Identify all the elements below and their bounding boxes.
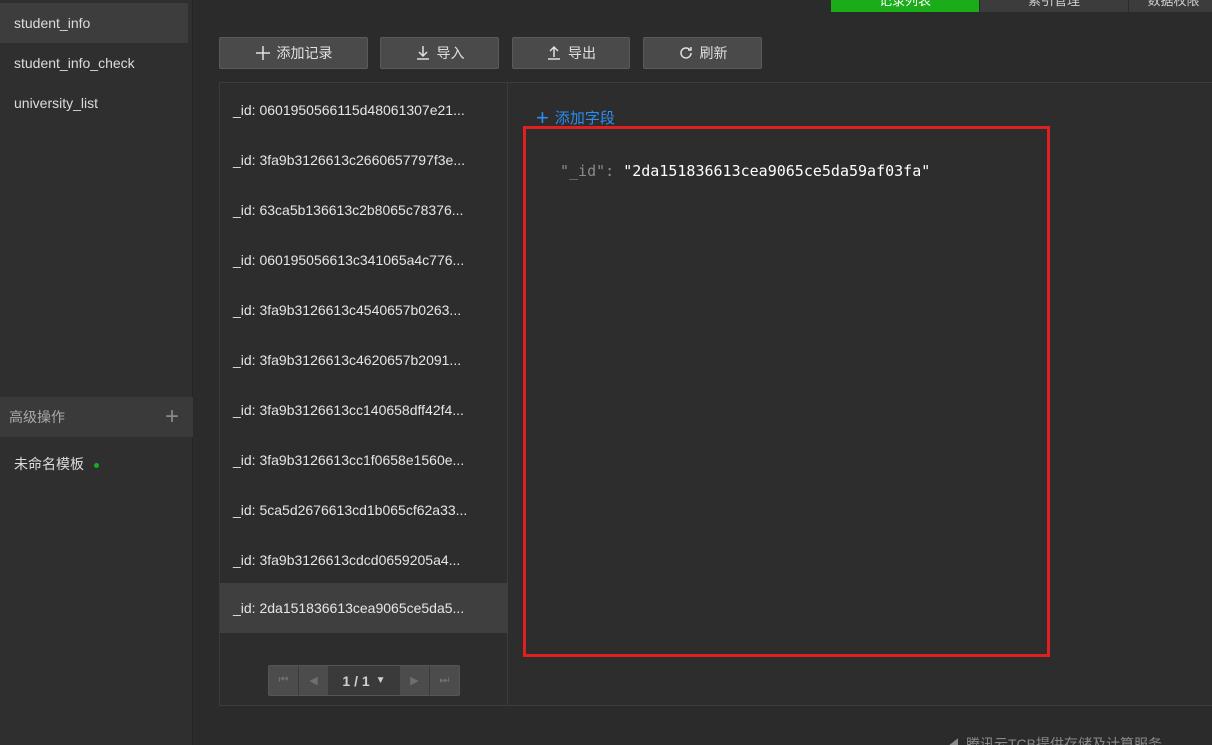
first-page-button[interactable]: ⏮ xyxy=(269,666,299,695)
json-key: "_id": xyxy=(560,162,615,180)
record-list: _id: 0601950566115d48061307e21... _id: 3… xyxy=(220,83,508,706)
record-row[interactable]: _id: 060195056613c341065a4c776... xyxy=(220,235,508,285)
footer-note: 腾讯云TCB提供存储及计算服务 xyxy=(940,734,1162,745)
advanced-operations-header: 高级操作 + xyxy=(0,397,193,437)
record-row[interactable]: _id: 3fa9b3126613cc1f0658e1560e... xyxy=(220,435,508,485)
last-page-button[interactable]: ⏭ xyxy=(429,666,459,695)
refresh-button[interactable]: 刷新 xyxy=(643,37,762,69)
record-row[interactable]: _id: 5ca5d2676613cd1b065cf62a33... xyxy=(220,485,508,535)
add-field-label: 添加字段 xyxy=(554,110,615,127)
advanced-operations-title: 高级操作 xyxy=(9,409,65,425)
highlight-box xyxy=(523,126,1050,657)
add-field-button[interactable]: + 添加字段 xyxy=(536,104,615,130)
view-tabs: 记录列表 索引管理 数据权限 xyxy=(830,0,1212,12)
next-page-button[interactable]: ▶ xyxy=(399,666,429,695)
pagination: ⏮ ◀ 1 / 1 ▼ ▶ ⏭ xyxy=(268,665,460,696)
record-row[interactable]: _id: 3fa9b3126613cdcd0659205a4... xyxy=(220,535,508,585)
record-row[interactable]: _id: 3fa9b3126613c4620657b2091... xyxy=(220,335,508,385)
add-record-label: 添加记录 xyxy=(276,45,333,61)
template-item-unnamed[interactable]: 未命名模板 xyxy=(14,452,99,476)
refresh-icon xyxy=(679,47,692,59)
tab-record-list[interactable]: 记录列表 xyxy=(830,0,979,12)
json-value[interactable]: "2da151836613cea9065ce5da59af03fa" xyxy=(623,162,930,180)
prev-page-button[interactable]: ◀ xyxy=(299,666,329,695)
import-label: 导入 xyxy=(436,45,465,61)
download-icon xyxy=(416,46,429,60)
import-button[interactable]: 导入 xyxy=(380,37,499,69)
collection-item-university-list[interactable]: university_list xyxy=(0,83,188,123)
export-button[interactable]: 导出 xyxy=(512,37,630,69)
chevron-down-icon: ▼ xyxy=(375,675,386,686)
record-row[interactable]: _id: 3fa9b3126613cc140658dff42f4... xyxy=(220,385,508,435)
refresh-label: 刷新 xyxy=(699,45,728,61)
record-row[interactable]: _id: 0601950566115d48061307e21... xyxy=(220,85,508,135)
record-row[interactable]: _id: 63ca5b136613c2b8065c78376... xyxy=(220,185,508,235)
cloud-logo-icon xyxy=(940,738,958,745)
json-field-row[interactable]: "_id": "2da151836613cea9065ce5da59af03fa… xyxy=(560,162,930,180)
page-indicator: 1 / 1 xyxy=(342,672,370,689)
plus-icon: + xyxy=(536,104,549,130)
add-template-icon[interactable]: + xyxy=(165,397,179,437)
record-row[interactable]: _id: 3fa9b3126613c2660657797f3e... xyxy=(220,135,508,185)
plus-icon xyxy=(255,46,270,60)
footer-text: 腾讯云TCB提供存储及计算服务 xyxy=(966,736,1162,745)
tab-data-permissions[interactable]: 数据权限 xyxy=(1128,0,1212,12)
export-label: 导出 xyxy=(568,45,596,61)
collection-sidebar: student_info student_info_check universi… xyxy=(0,0,193,745)
upload-icon xyxy=(548,45,560,60)
template-label: 未命名模板 xyxy=(14,456,84,472)
collection-item-student-info-check[interactable]: student_info_check xyxy=(0,43,188,83)
page-select[interactable]: 1 / 1 ▼ xyxy=(329,666,399,695)
record-row[interactable]: _id: 3fa9b3126613c4540657b0263... xyxy=(220,285,508,335)
collection-item-student-info[interactable]: student_info xyxy=(0,3,188,43)
status-dot-icon xyxy=(94,462,99,468)
tab-index-management[interactable]: 索引管理 xyxy=(979,0,1128,12)
add-record-button[interactable]: 添加记录 xyxy=(219,37,368,69)
record-row-selected[interactable]: _id: 2da151836613cea9065ce5da5... xyxy=(220,583,508,633)
